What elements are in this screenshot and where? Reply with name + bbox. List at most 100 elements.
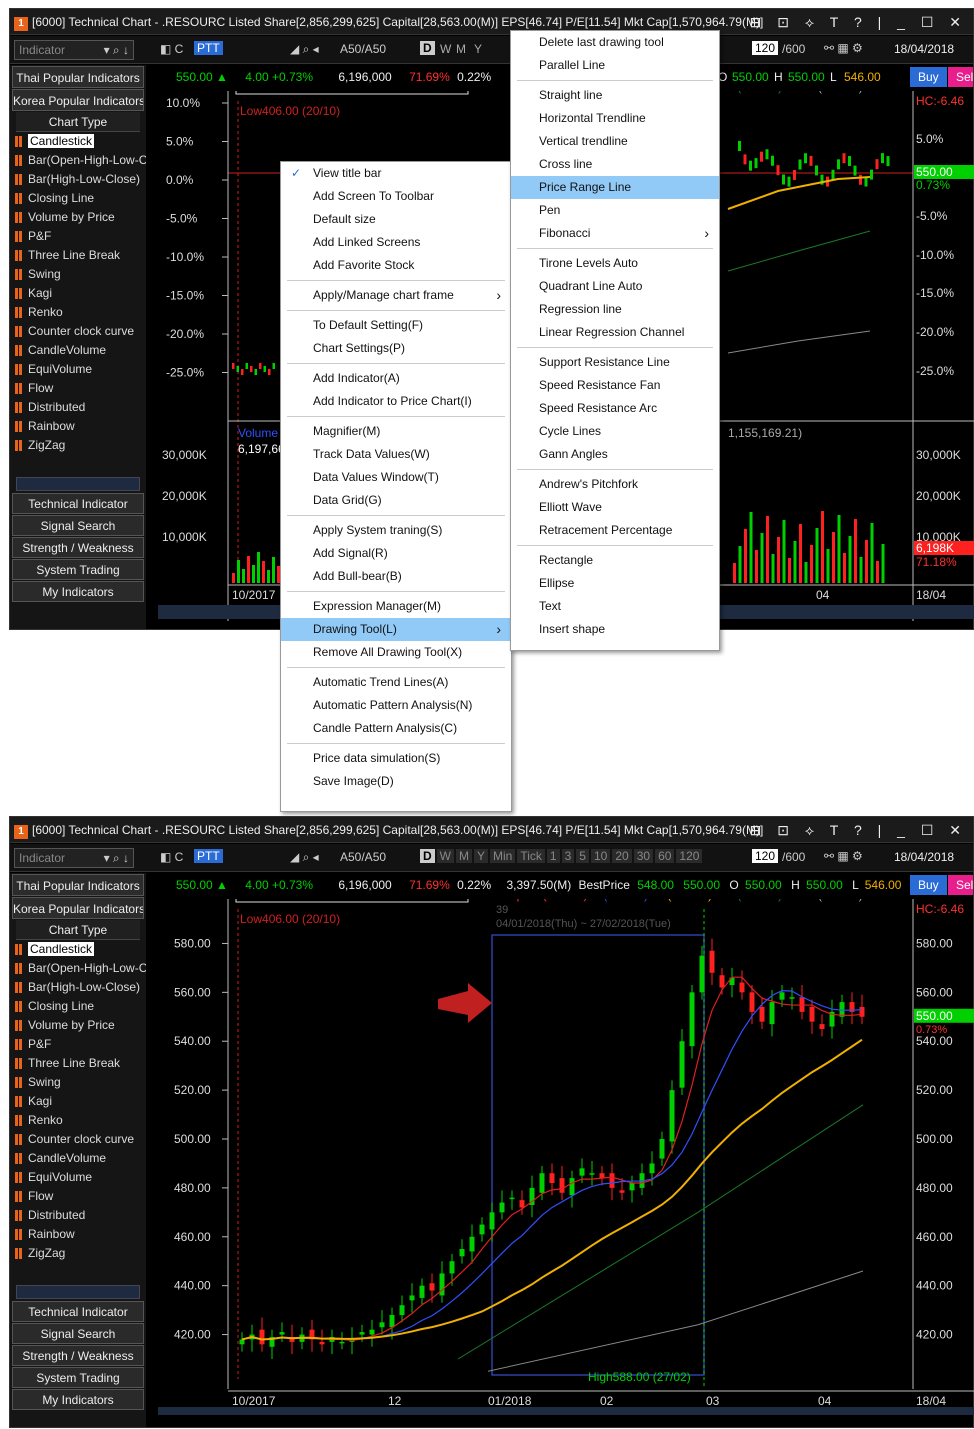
chart-type-item[interactable]: P&F [10,227,146,246]
sidebar-button[interactable]: Signal Search [12,515,144,536]
period-tab[interactable]: Tick [517,849,545,863]
symbol-field[interactable]: PTT [194,41,223,55]
sell-button[interactable]: Sell [948,67,973,87]
context-menu-item[interactable]: Add Indicator to Price Chart(I) [281,390,511,413]
context-menu-item[interactable]: Remove All Drawing Tool(X) [281,641,511,664]
sidebar-button[interactable]: Technical Indicator [12,493,144,514]
symbol-search-icon[interactable]: ◢ ⌕ ◂ [290,42,319,57]
context-menu-item[interactable]: Add Favorite Stock [281,254,511,277]
korea-indicators-button[interactable]: Korea Popular Indicators [12,89,144,111]
chart-type-item[interactable]: Counter clock curve [10,1130,146,1149]
korea-indicators-button-bottom[interactable]: Korea Popular Indicators [12,897,144,919]
context-menu-item[interactable]: Candle Pattern Analysis(C) [281,717,511,740]
period-tab[interactable]: 30 [633,849,654,863]
period-tab[interactable]: 120 [676,849,703,863]
drawing-tool-item[interactable]: Insert shape [511,618,719,641]
chart-type-item[interactable]: ZigZag [10,1244,146,1263]
context-menu-item[interactable]: Apply System traning(S) [281,519,511,542]
chart-type-item[interactable]: Counter clock curve [10,322,146,341]
context-menu-item[interactable]: To Default Setting(F) [281,314,511,337]
search-icon[interactable]: ▾ ⌕ ↓ [104,41,129,59]
drawing-tool-item[interactable]: Regression line [511,298,719,321]
period-year[interactable]: Y [474,42,482,56]
period-tab[interactable]: W [436,849,454,863]
chart-type-item[interactable]: Renko [10,303,146,322]
drawing-tool-item[interactable]: Quadrant Line Auto [511,275,719,298]
context-menu-item[interactable]: Apply/Manage chart frame [281,284,511,307]
context-menu-item[interactable]: Track Data Values(W) [281,443,511,466]
period-month[interactable]: M [456,42,466,56]
drawing-tool-item[interactable]: Delete last drawing tool [511,31,719,54]
context-menu-item[interactable]: Add Screen To Toolbar [281,185,511,208]
sidebar-button[interactable]: My Indicators [12,581,144,602]
sidebar-button[interactable]: My Indicators [12,1389,144,1410]
context-menu-item[interactable]: Automatic Trend Lines(A) [281,671,511,694]
context-menu-item[interactable]: Data Values Window(T) [281,466,511,489]
context-menu-item[interactable]: Chart Settings(P) [281,337,511,360]
indicator-input-bottom[interactable]: Indicator ▾ ⌕ ↓ [14,848,134,868]
chart-type-item[interactable]: Closing Line [10,997,146,1016]
drawing-tool-item[interactable]: Cycle Lines [511,420,719,443]
context-menu-item[interactable]: Expression Manager(M) [281,595,511,618]
chart-type-item[interactable]: EquiVolume [10,360,146,379]
drawing-tool-item[interactable]: Gann Angles [511,443,719,466]
index-field[interactable]: A50/A50 [340,42,386,56]
drawing-tool-item[interactable]: Tirone Levels Auto [511,252,719,275]
title-bar-bottom[interactable]: 1 [6000] Technical Chart - .RESOURC Liste… [10,817,973,843]
symbol-search-icon-bottom[interactable]: ◢ ⌕ ◂ [290,850,319,865]
drawing-tool-item[interactable]: Andrew's Pitchfork [511,473,719,496]
chart-type-item[interactable]: Swing [10,265,146,284]
chart-scrollbar[interactable] [158,1407,974,1415]
chart-type-item[interactable]: CandleVolume [10,341,146,360]
date-field[interactable]: 18/04/2018 [894,42,954,56]
drawing-tool-item[interactable]: Fibonacci [511,222,719,245]
period-tab[interactable]: D [420,849,435,863]
chart-type-item[interactable]: Flow [10,1187,146,1206]
context-menu-item[interactable]: Data Grid(G) [281,489,511,512]
drawing-tool-item[interactable]: Ellipse [511,572,719,595]
chart-type-item[interactable]: Bar(High-Low-Close) [10,170,146,189]
horizontal-scrollbar-bottom[interactable] [16,1285,140,1299]
drawing-tool-item[interactable]: Text [511,595,719,618]
drawing-tool-item[interactable]: Straight line [511,84,719,107]
buy-button[interactable]: Buy [910,67,947,87]
context-menu-item[interactable]: Automatic Pattern Analysis(N) [281,694,511,717]
chart-type-item[interactable]: Kagi [10,1092,146,1111]
chart-icons[interactable]: ◧ C [160,42,183,56]
chart-type-item[interactable]: Renko [10,1111,146,1130]
period-tab[interactable]: Min [490,849,516,863]
chart-type-item[interactable]: CandleVolume [10,1149,146,1168]
chart-type-item[interactable]: Closing Line [10,189,146,208]
chart-type-item[interactable]: EquiVolume [10,1168,146,1187]
period-tab[interactable]: Y [474,849,489,863]
drawing-tool-item[interactable]: Cross line [511,153,719,176]
sidebar-button[interactable]: Strength / Weakness [12,1345,144,1366]
chart-type-item[interactable]: Three Line Break [10,246,146,265]
drawing-tool-item[interactable]: Price Range Line [511,176,719,199]
chart-type-item[interactable]: Rainbow [10,417,146,436]
drawing-tool-item[interactable]: Elliott Wave [511,496,719,519]
context-menu-item[interactable]: Add Indicator(A) [281,367,511,390]
context-menu-item[interactable]: View title bar [281,162,511,185]
period-tab[interactable]: M [456,849,472,863]
chart-type-item[interactable]: Distributed [10,398,146,417]
chart-type-item[interactable]: Rainbow [10,1225,146,1244]
thai-indicators-button-bottom[interactable]: Thai Popular Indicators [12,874,144,896]
chart-type-item[interactable]: Bar(Open-High-Low-C [10,959,146,978]
context-menu-item[interactable]: Add Signal(R) [281,542,511,565]
chart-type-item[interactable]: Distributed [10,1206,146,1225]
chart-type-item[interactable]: Kagi [10,284,146,303]
drawing-tool-item[interactable]: Support Resistance Line [511,351,719,374]
chart-type-item[interactable]: Candlestick [10,940,146,959]
chart-type-item[interactable]: Bar(High-Low-Close) [10,978,146,997]
sidebar-button[interactable]: Strength / Weakness [12,537,144,558]
date-field-bottom[interactable]: 18/04/2018 [894,850,954,864]
window-controls-bottom[interactable]: ⊟ ⊡ ⟡ T ? | _ ☐ ✕ [750,817,967,842]
horizontal-scrollbar[interactable] [16,477,140,491]
count-field-bottom[interactable]: 120 [752,849,779,863]
drawing-tool-item[interactable]: Vertical trendline [511,130,719,153]
period-day[interactable]: D [420,41,435,55]
buy-button-bottom[interactable]: Buy [910,875,947,895]
period-tab[interactable]: 5 [576,849,589,863]
settings-icon-bottom[interactable]: ⚯ ▦ ⚙ [824,849,863,863]
